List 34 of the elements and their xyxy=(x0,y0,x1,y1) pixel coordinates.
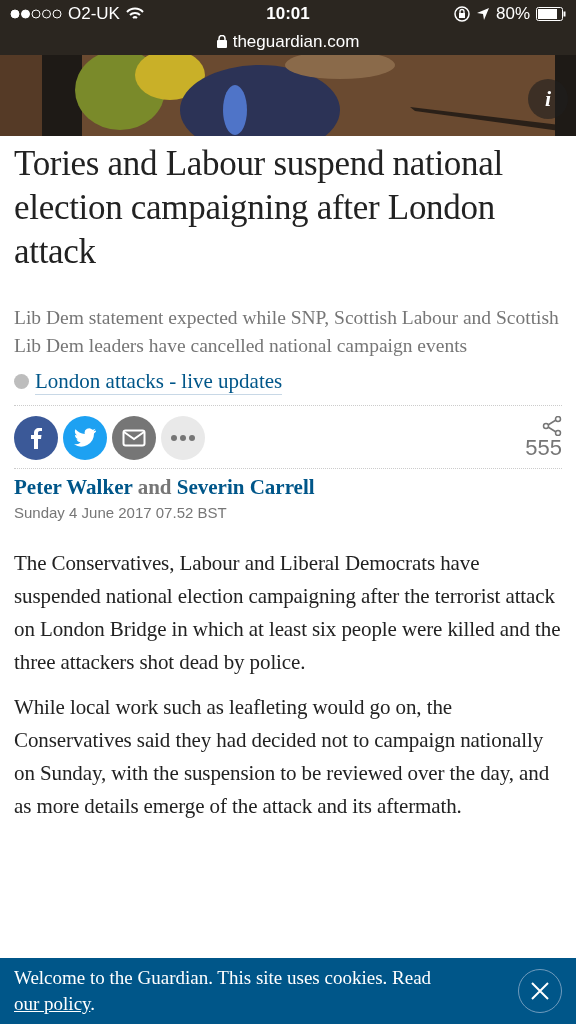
carrier-name: O2-UK xyxy=(68,4,120,24)
clock-time: 10:01 xyxy=(266,4,310,24)
email-button[interactable] xyxy=(112,416,156,460)
location-arrow-icon xyxy=(476,7,490,21)
lock-icon xyxy=(216,35,227,48)
body-paragraph: While local work such as leafleting would go on, the Conservatives said they had decided not to campaign nationally on Sunday, with the suspension to be reviewed over the day, and as more details emerge of the attack and its aftermath. xyxy=(14,694,551,820)
facebook-icon xyxy=(30,427,42,449)
headline: Tories and Labour suspend national election campaigning after London attack xyxy=(14,143,504,273)
info-button[interactable]: i xyxy=(528,79,568,119)
cookie-message: Welcome to the Guardian. This site uses cookies. Read our policy. xyxy=(14,966,433,1016)
live-updates-link[interactable]: London attacks - live updates xyxy=(35,368,283,395)
dateline: Sunday 4 June 2017 07.52 BST xyxy=(14,504,228,521)
signal-icon xyxy=(10,9,62,19)
address-url[interactable]: theguardian.com xyxy=(232,31,360,52)
bird-icon xyxy=(73,428,97,448)
live-dot xyxy=(14,374,29,389)
ellipsis-icon xyxy=(171,435,195,441)
byline: Peter Walker and Severin Carrell xyxy=(14,475,316,500)
battery-icon xyxy=(536,7,566,21)
share-icon xyxy=(542,416,562,436)
rotation-lock-icon xyxy=(454,6,470,22)
author-link[interactable]: Peter Walker xyxy=(14,475,133,499)
more-button[interactable] xyxy=(161,416,205,460)
battery-percent: 80% xyxy=(496,4,530,24)
facebook-button[interactable] xyxy=(14,416,58,460)
close-icon xyxy=(531,982,549,1000)
standfirst: Lib Dem statement expected while SNP, Scottish Labour and Scottish Lib Dem leaders have cancelled national campaign events xyxy=(14,306,560,358)
wifi-icon xyxy=(125,7,144,21)
envelope-icon xyxy=(122,429,146,447)
policy-link[interactable]: our policy xyxy=(14,993,91,1014)
author-link[interactable]: Severin Carrell xyxy=(176,475,315,499)
share-count: 555 xyxy=(525,436,562,460)
twitter-button[interactable] xyxy=(63,416,107,460)
body-paragraph: The Conservatives, Labour and Liberal Democrats have suspended national election campaigning after the terrorist attack on London Bridge in which at least six people were killed and the three attackers shot dead by police. xyxy=(14,550,562,676)
